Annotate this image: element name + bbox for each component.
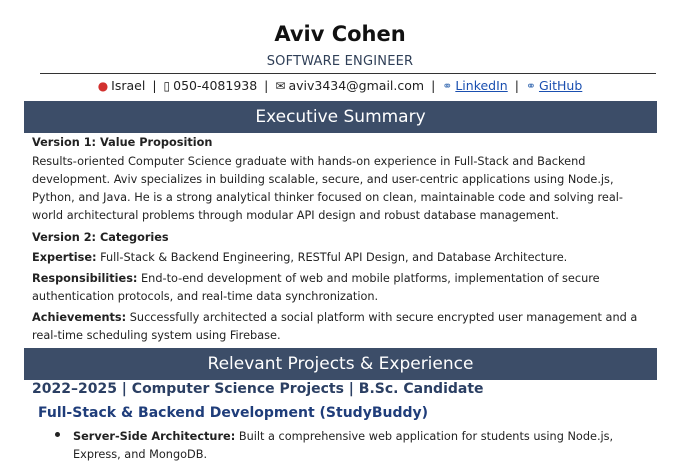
period-heading: 2022–2025 | Computer Science Projects | … <box>32 381 484 397</box>
phone-icon: ▯ <box>163 79 171 93</box>
achievements-label: Achievements: <box>32 311 127 324</box>
link-icon: ⚭ <box>525 79 536 93</box>
achievements-line: Achievements: Successfully architected a… <box>32 309 654 345</box>
email-icon: ✉ <box>275 79 286 93</box>
version2-heading: Version 2: Categories <box>32 231 169 244</box>
separator: | <box>152 78 157 93</box>
projects-header: Relevant Projects & Experience <box>24 348 657 380</box>
bullet-icon <box>55 432 60 437</box>
github-link[interactable]: GitHub <box>539 78 582 93</box>
bullet-label: Server-Side Architecture: <box>73 430 236 443</box>
separator: | <box>514 78 519 93</box>
responsibilities-label: Responsibilities: <box>32 272 138 285</box>
email-text: aviv3434@gmail.com <box>288 78 425 93</box>
candidate-role: SOFTWARE ENGINEER <box>266 54 414 69</box>
responsibilities-line: Responsibilities: End-to-end development… <box>32 270 654 306</box>
pin-icon: ● <box>97 79 109 93</box>
phone-text: 050-4081938 <box>173 78 258 93</box>
expertise-label: Expertise: <box>32 251 97 264</box>
resume-page: Aviv Cohen SOFTWARE ENGINEER ● Israel | ▯… <box>0 0 680 461</box>
version1-heading: Version 1: Value Proposition <box>32 136 213 149</box>
link-icon: ⚭ <box>442 79 453 93</box>
location-text: Israel <box>111 78 146 93</box>
header-divider <box>40 73 656 74</box>
linkedin-link[interactable]: LinkedIn <box>455 78 507 93</box>
expertise-text: Full-Stack & Backend Engineering, RESTfu… <box>96 251 568 264</box>
version1-paragraph: Results-oriented Computer Science gradua… <box>32 155 623 222</box>
separator: | <box>264 78 269 93</box>
contact-line: ● Israel | ▯ 050-4081938 | ✉ aviv3434@gmail… <box>0 78 680 93</box>
candidate-name: Aviv Cohen <box>274 22 406 46</box>
project-title: Full-Stack & Backend Development (StudyB… <box>38 405 429 421</box>
executive-summary-header: Executive Summary <box>24 101 657 133</box>
expertise-line: Expertise: Full-Stack & Backend Engineer… <box>32 249 654 267</box>
separator: | <box>431 78 436 93</box>
